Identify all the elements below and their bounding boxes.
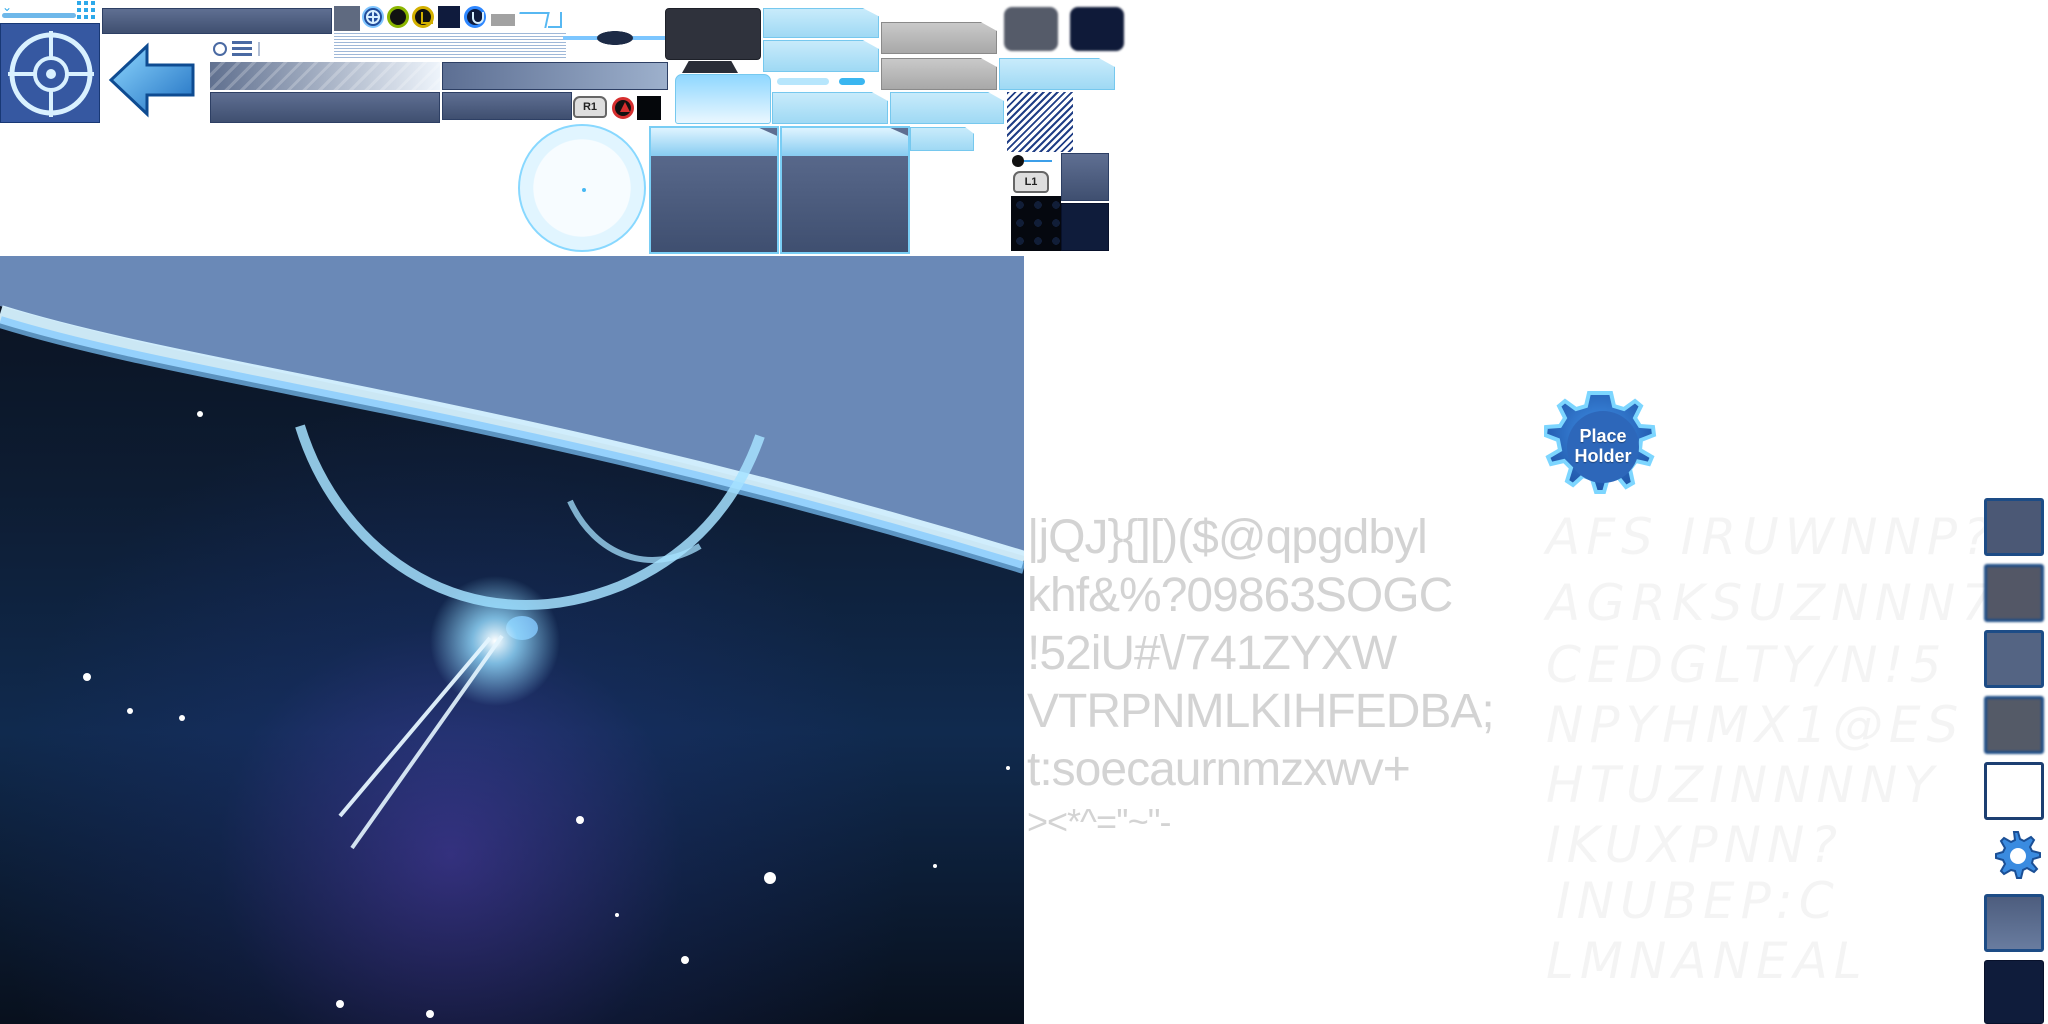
target-button-icon: [362, 6, 384, 28]
l1-button-label: L1: [1024, 176, 1038, 188]
italic-sample-line-4: NPYHMX1@ES: [1546, 696, 1965, 754]
top-left-chevron-icon: ⌄: [2, 0, 13, 14]
small-blue-panel-2: [1061, 203, 1109, 251]
header-bar-left: [102, 8, 332, 34]
space-background-image: [0, 256, 1024, 1024]
italic-sample-line-8: LMNANEAL: [1546, 932, 1868, 990]
lower-left-panel: [210, 92, 440, 123]
frame-corner-icon: [516, 12, 550, 28]
dark-ui-panel: [665, 8, 761, 60]
placeholder-gear-icon: Place Holder: [1542, 388, 1662, 506]
slider-knob-icon: [1012, 155, 1024, 167]
light-tab-4: [890, 92, 1004, 124]
hatched-panel: [1007, 92, 1073, 152]
top-highlight-panel: [675, 74, 771, 124]
small-blue-panel-1: [1061, 153, 1109, 201]
header-small-square: [334, 6, 360, 31]
slider-pill-active: [839, 78, 865, 85]
back-arrow-icon: [105, 40, 199, 120]
light-tab-2: [763, 40, 879, 72]
top-left-progress-bar: [2, 13, 76, 18]
yellow-shield-icon: [412, 6, 434, 28]
ui-texture-atlas: ⌄ R1 L1 Place Holder |jQJ}{][)($@qpgdbyl…: [0, 0, 2048, 1024]
font-sample-line-3: !52iU#\/741ZYXW: [1027, 627, 1397, 680]
right-tile-1: [1984, 498, 2044, 556]
light-tab-1: [763, 8, 879, 38]
italic-sample-line-2: AGRKSUZNNN7: [1546, 574, 2000, 632]
light-beam-bar: [563, 18, 667, 58]
r1-button[interactable]: R1: [573, 96, 607, 118]
red-a-icon: [612, 97, 634, 119]
diagonal-panel: [210, 62, 440, 90]
font-sample-line-6: ><*^=''~"-: [1027, 801, 1172, 842]
italic-sample-line-1: AFS IRUWNNP?: [1546, 508, 1996, 566]
navy-blur-square: [1070, 7, 1124, 51]
r1-button-label: R1: [582, 101, 598, 113]
font-sample-line-1: |jQJ}{][)($@qpgdbyl: [1027, 511, 1428, 564]
l1-button[interactable]: L1: [1013, 171, 1049, 193]
light-tab-3: [772, 92, 888, 124]
gray-blur-square: [1004, 7, 1058, 51]
right-tile-6: [1984, 894, 2044, 952]
radio-dot-icon: [213, 42, 227, 56]
slider-pill-light: [777, 78, 829, 85]
right-tile-2: [1984, 564, 2044, 622]
gray-tab-1: [881, 22, 997, 54]
circle-preview: [518, 124, 646, 252]
italic-sample-line-6: IKUXPNN?: [1546, 816, 1843, 874]
settings-gear-icon: [1984, 828, 2044, 888]
small-light-tab: [910, 127, 974, 151]
placeholder-label: Place Holder: [1574, 426, 1632, 466]
italic-sample-line-3: CEDGLTY/N!5: [1546, 636, 1948, 694]
slider-track: [1024, 160, 1052, 162]
right-tile-7: [1984, 960, 2044, 1024]
small-gray-tab: [491, 14, 515, 26]
right-tile-5: [1984, 762, 2044, 820]
grid-icon: [77, 1, 95, 19]
light-tab-5: [999, 58, 1115, 90]
header-strip: [334, 33, 566, 58]
blue-ring-icon: [464, 6, 486, 28]
font-sample-line-5: t:soecaurnmzxwv+: [1027, 743, 1411, 796]
menu-lines-icon: [232, 41, 252, 57]
italic-sample-line-5: HTUZINNNNY: [1546, 756, 1940, 814]
dark-square-icon: [438, 6, 460, 28]
gray-tab-2: [881, 58, 997, 90]
black-square-icon: [637, 96, 661, 120]
hex-panel: [1011, 196, 1061, 251]
frame-corner-icon-2: [548, 12, 562, 28]
right-tile-3: [1984, 630, 2044, 688]
font-sample-line-4: VTRPNMLKIHFEDBA;: [1027, 685, 1495, 738]
italic-sample-line-7: INUBEP:C: [1556, 872, 1840, 930]
frame-panel-2: [780, 126, 910, 254]
font-sample-line-2: khf&%?09863SOGC: [1027, 569, 1453, 622]
lower-mid-panel: [442, 92, 572, 120]
vertical-line-icon: [258, 42, 260, 56]
frame-panel-1: [649, 126, 779, 254]
mid-panel-right: [442, 62, 668, 90]
right-tile-4: [1984, 696, 2044, 754]
crosshair-icon: [0, 23, 100, 123]
green-ring-icon: [387, 6, 409, 28]
dark-ui-pointer: [682, 61, 738, 73]
